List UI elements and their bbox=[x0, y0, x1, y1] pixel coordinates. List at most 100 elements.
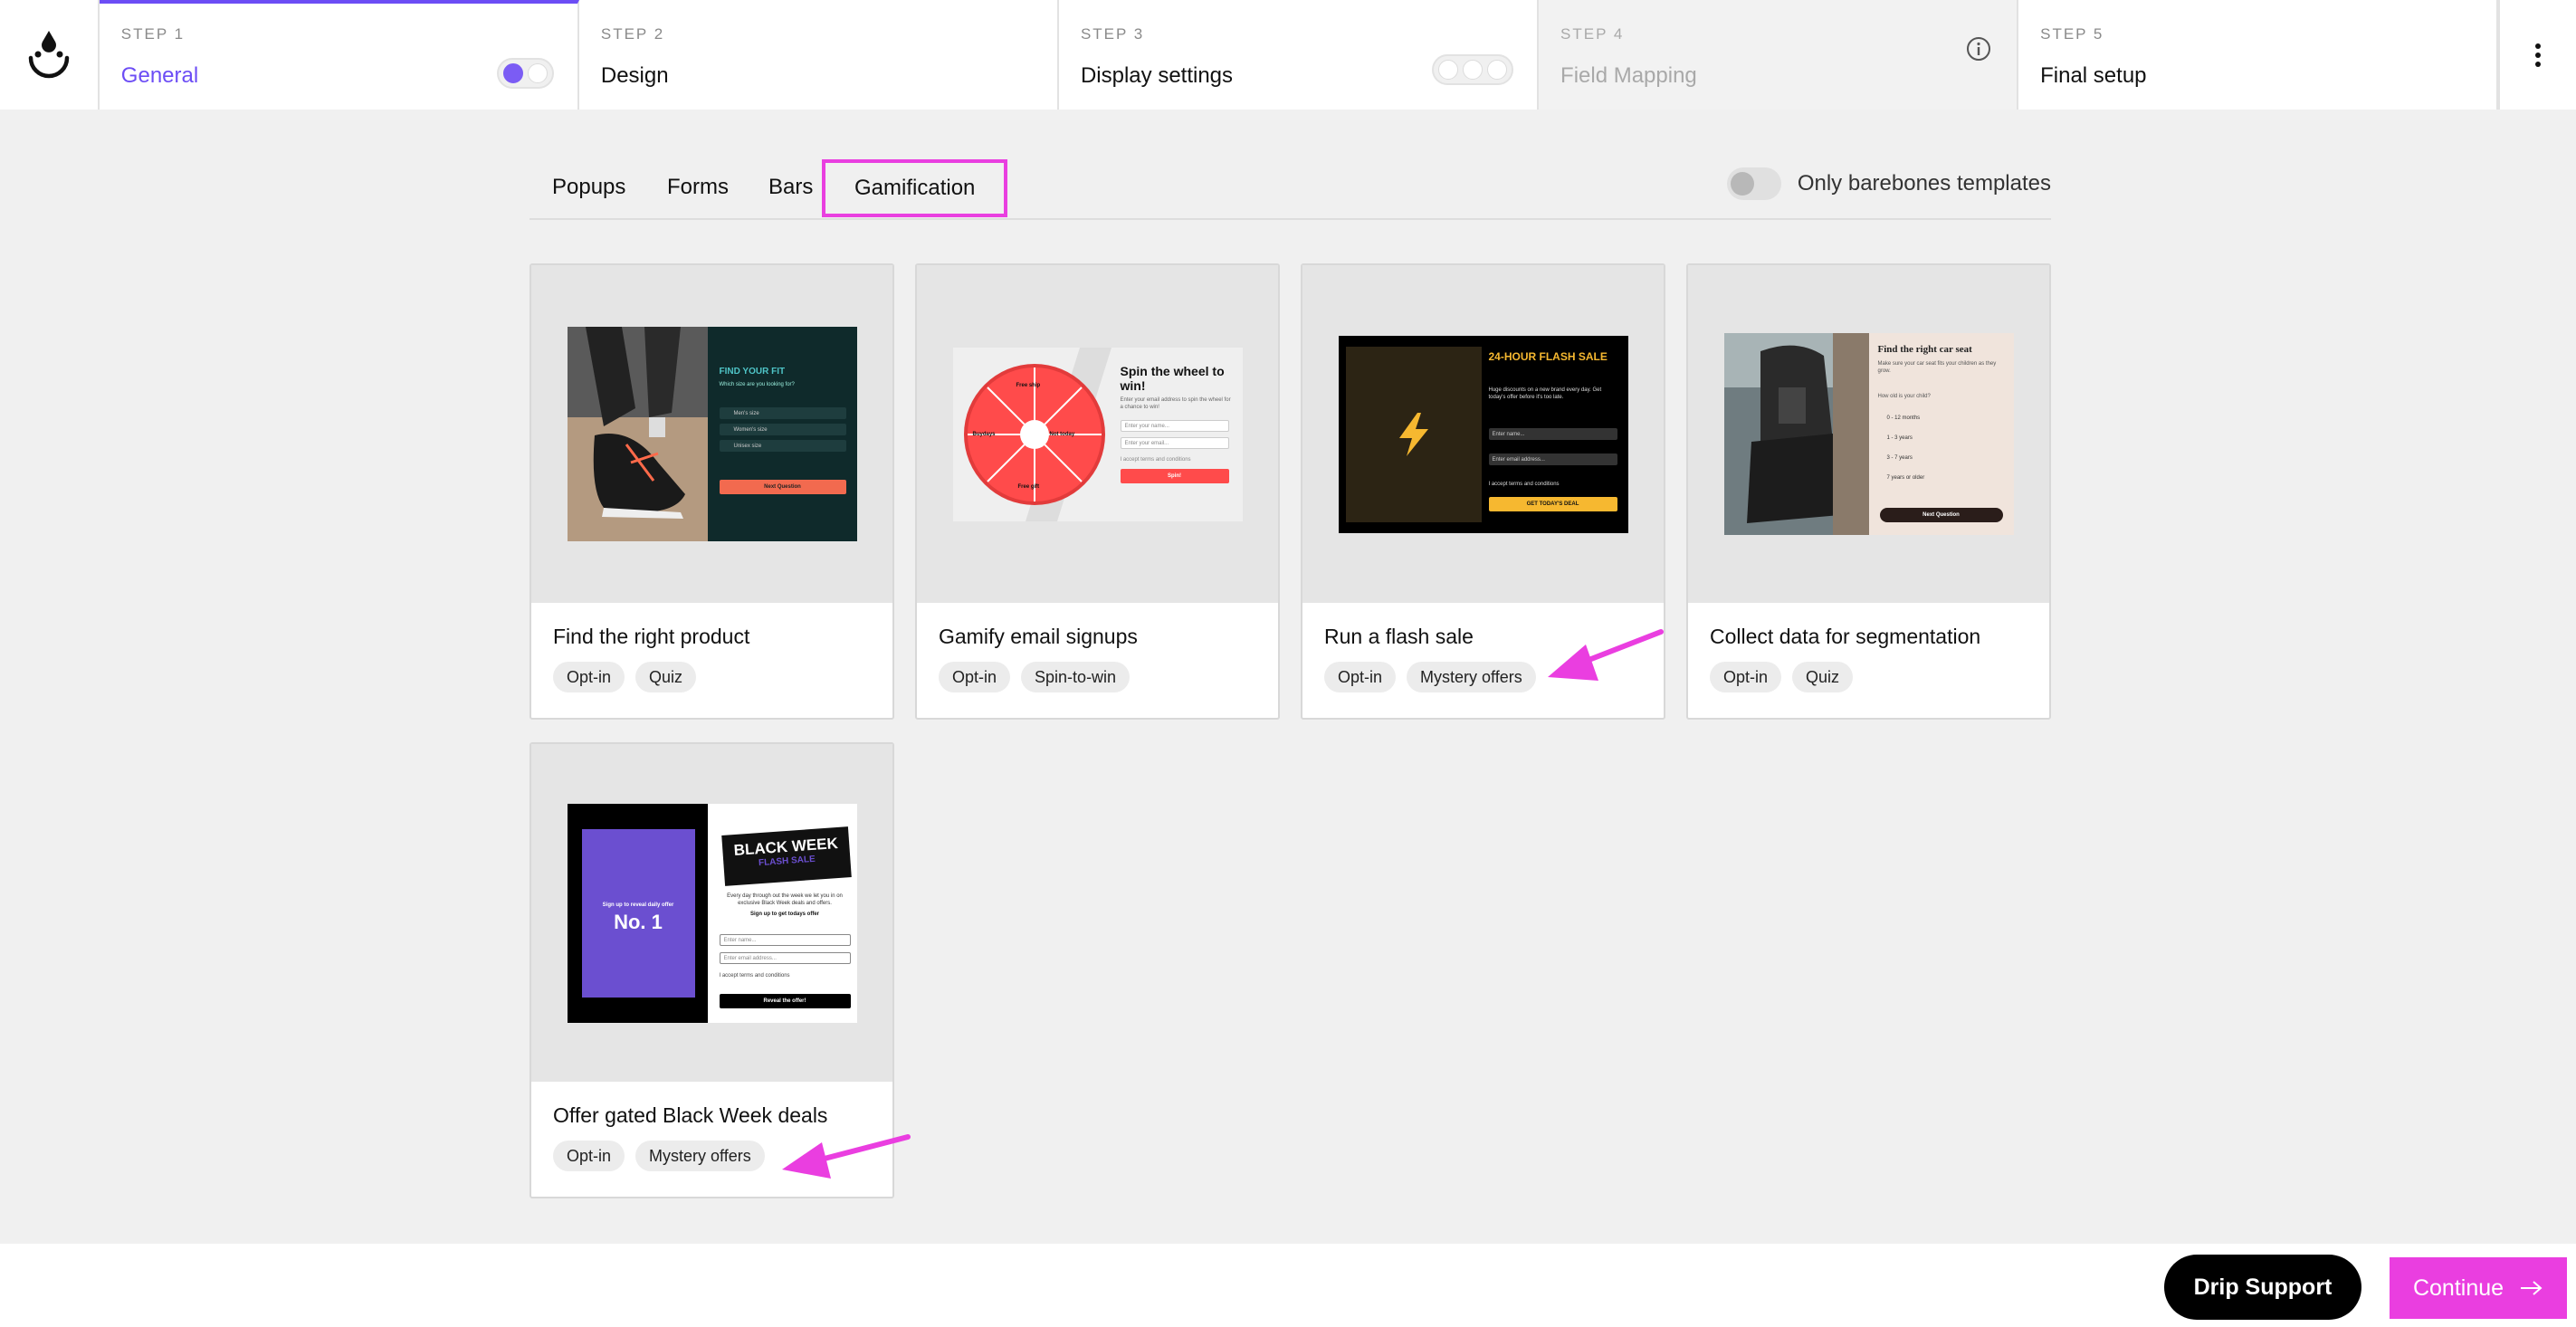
template-thumbnail: Find the right car seat Make sure your c… bbox=[1723, 333, 2014, 535]
progress-dot bbox=[1438, 60, 1459, 80]
card-body: Collect data for segmentation Opt-in Qui… bbox=[1688, 603, 2049, 692]
thumb-option: Unisex size bbox=[719, 440, 846, 452]
drip-logo-icon[interactable] bbox=[0, 0, 100, 110]
lightning-icon bbox=[1345, 346, 1482, 522]
thumb-heading: Find the right car seat bbox=[1877, 344, 1972, 355]
tag-badge: Spin-to-win bbox=[1021, 662, 1131, 692]
template-category-tabs: Popups Forms Bars Gamification Only bare… bbox=[530, 158, 2051, 220]
step-title: Design bbox=[600, 63, 669, 88]
thumb-subtitle: Make sure your car seat fits your childr… bbox=[1877, 361, 1997, 374]
template-thumbnail: FIND YOUR FIT Which size are you looking… bbox=[567, 327, 857, 541]
tag-badge: Mystery offers bbox=[635, 1141, 765, 1171]
thumb-option: Women's size bbox=[719, 424, 846, 435]
tag-badge: Opt-in bbox=[1324, 662, 1397, 692]
thumb-email-field: Enter email address... bbox=[1488, 453, 1617, 465]
card-title: Gamify email signups bbox=[939, 625, 1138, 648]
template-thumbnail: Not today Buydays Free ship Free gift Sp… bbox=[952, 347, 1243, 521]
step-progress-indicator bbox=[496, 58, 554, 89]
more-options-icon[interactable] bbox=[2498, 0, 2576, 110]
thumb-option: 0 - 12 months bbox=[1886, 415, 1921, 421]
reveal-panel: Sign up to reveal daily offer No. 1 bbox=[567, 803, 708, 1023]
step-number: STEP 3 bbox=[1080, 25, 1145, 43]
wheel-label: Free ship bbox=[1016, 382, 1041, 388]
drip-support-button[interactable]: Drip Support bbox=[2164, 1255, 2361, 1320]
tab-popups[interactable]: Popups bbox=[552, 160, 625, 215]
thumb-name-field: Enter name... bbox=[1488, 427, 1617, 440]
template-card-collect-data-segmentation[interactable]: Find the right car seat Make sure your c… bbox=[1686, 263, 2051, 720]
step-number: STEP 1 bbox=[120, 25, 186, 43]
thumb-subtitle: Enter your email address to spin the whe… bbox=[1120, 396, 1231, 410]
barebones-toggle[interactable] bbox=[1726, 167, 1781, 200]
step-final-setup[interactable]: STEP 5 Final setup bbox=[2018, 0, 2499, 110]
continue-button[interactable]: Continue bbox=[2390, 1257, 2567, 1319]
reveal-offer-box: Sign up to reveal daily offer No. 1 bbox=[581, 828, 695, 998]
tag-badge: Opt-in bbox=[939, 662, 1011, 692]
step-display-settings[interactable]: STEP 3 Display settings bbox=[1058, 0, 1540, 110]
step-progress-indicator bbox=[1432, 54, 1514, 85]
tag-list: Opt-in Spin-to-win bbox=[939, 662, 1278, 692]
card-title: Find the right product bbox=[553, 625, 750, 648]
thumb-consent: I accept terms and conditions bbox=[719, 972, 790, 979]
tag-badge: Quiz bbox=[635, 662, 697, 692]
thumb-email-field: Enter your email... bbox=[1120, 436, 1229, 449]
continue-label: Continue bbox=[2412, 1274, 2504, 1301]
thumb-consent: I accept terms and conditions bbox=[1488, 481, 1560, 487]
template-preview: FIND YOUR FIT Which size are you looking… bbox=[531, 265, 892, 603]
step-field-mapping: STEP 4 Field Mapping bbox=[1539, 0, 2019, 110]
arrow-right-icon bbox=[2521, 1281, 2543, 1295]
thumb-name-field: Enter your name... bbox=[1120, 419, 1229, 432]
thumb-button: Next Question bbox=[1879, 508, 2003, 522]
barebones-filter: Only barebones templates bbox=[1726, 167, 2051, 200]
thumb-option: 1 - 3 years bbox=[1886, 435, 1913, 441]
thumb-heading: 24-HOUR FLASH SALE bbox=[1488, 349, 1608, 363]
annotation-arrow-icon bbox=[782, 1134, 911, 1179]
thumb-button: GET TODAY'S DEAL bbox=[1488, 496, 1617, 511]
thumb-button: Spin! bbox=[1120, 468, 1229, 483]
step-design[interactable]: STEP 2 Design bbox=[578, 0, 1059, 110]
thumb-button: Reveal the offer! bbox=[719, 993, 851, 1008]
tag-badge: Opt-in bbox=[1710, 662, 1782, 692]
step-title: Field Mapping bbox=[1560, 63, 1697, 88]
thumb-subtitle-2: Sign up to get todays offer bbox=[750, 911, 819, 917]
template-preview: Sign up to reveal daily offer No. 1 BLAC… bbox=[531, 744, 892, 1082]
thumb-option: Men's size bbox=[719, 407, 846, 419]
thumb-name-field: Enter name... bbox=[719, 933, 851, 946]
step-title: Final setup bbox=[2040, 63, 2147, 88]
thumb-option: 7 years or older bbox=[1886, 475, 1925, 481]
thumb-consent: I accept terms and conditions bbox=[1120, 456, 1191, 463]
black-week-badge: BLACK WEEK FLASH SALE bbox=[720, 826, 852, 886]
thumb-heading: Spin the wheel to win! bbox=[1120, 363, 1225, 393]
thumb-email-field: Enter email address... bbox=[719, 951, 851, 964]
template-card-find-right-product[interactable]: FIND YOUR FIT Which size are you looking… bbox=[530, 263, 894, 720]
tag-badge: Opt-in bbox=[553, 662, 625, 692]
tag-list: Opt-in Quiz bbox=[553, 662, 892, 692]
stepper-bar: STEP 1 General STEP 2 Design STEP 3 Disp… bbox=[0, 0, 2576, 110]
card-title: Offer gated Black Week deals bbox=[553, 1103, 828, 1127]
card-body: Gamify email signups Opt-in Spin-to-win bbox=[917, 603, 1278, 692]
tab-gamification[interactable]: Gamification bbox=[822, 159, 1008, 217]
tab-bars[interactable]: Bars bbox=[768, 160, 813, 215]
step-number: STEP 5 bbox=[2040, 25, 2104, 43]
sneaker-photo-image bbox=[567, 327, 708, 541]
progress-dot bbox=[1487, 60, 1508, 80]
tag-badge: Quiz bbox=[1792, 662, 1854, 692]
wheel-label: Not today bbox=[1049, 431, 1075, 437]
annotation-arrow-icon bbox=[1548, 629, 1664, 681]
info-icon[interactable] bbox=[1966, 36, 1991, 66]
wheel-label: Free gift bbox=[1017, 483, 1040, 490]
step-number: STEP 4 bbox=[1560, 25, 1625, 43]
template-preview: 24-HOUR FLASH SALE Huge discounts on a n… bbox=[1302, 265, 1664, 603]
template-card-gamify-email-signups[interactable]: Not today Buydays Free ship Free gift Sp… bbox=[915, 263, 1280, 720]
thumb-subtitle: Which size are you looking for? bbox=[719, 382, 795, 387]
tag-badge: Mystery offers bbox=[1407, 662, 1536, 692]
thumb-option: 3 - 7 years bbox=[1886, 455, 1913, 461]
step-number: STEP 2 bbox=[600, 25, 665, 43]
wheel-label: Buydays bbox=[972, 431, 996, 437]
tab-forms[interactable]: Forms bbox=[667, 160, 729, 215]
progress-dot bbox=[1463, 60, 1484, 80]
thumb-heading: FIND YOUR FIT bbox=[719, 367, 786, 377]
thumb-subtitle: Huge discounts on a new brand every day.… bbox=[1488, 387, 1602, 400]
step-general[interactable]: STEP 1 General bbox=[99, 0, 579, 110]
thumb-button: Next Question bbox=[719, 480, 846, 494]
thumb-subtitle: Every day through out the week we let yo… bbox=[727, 893, 843, 906]
